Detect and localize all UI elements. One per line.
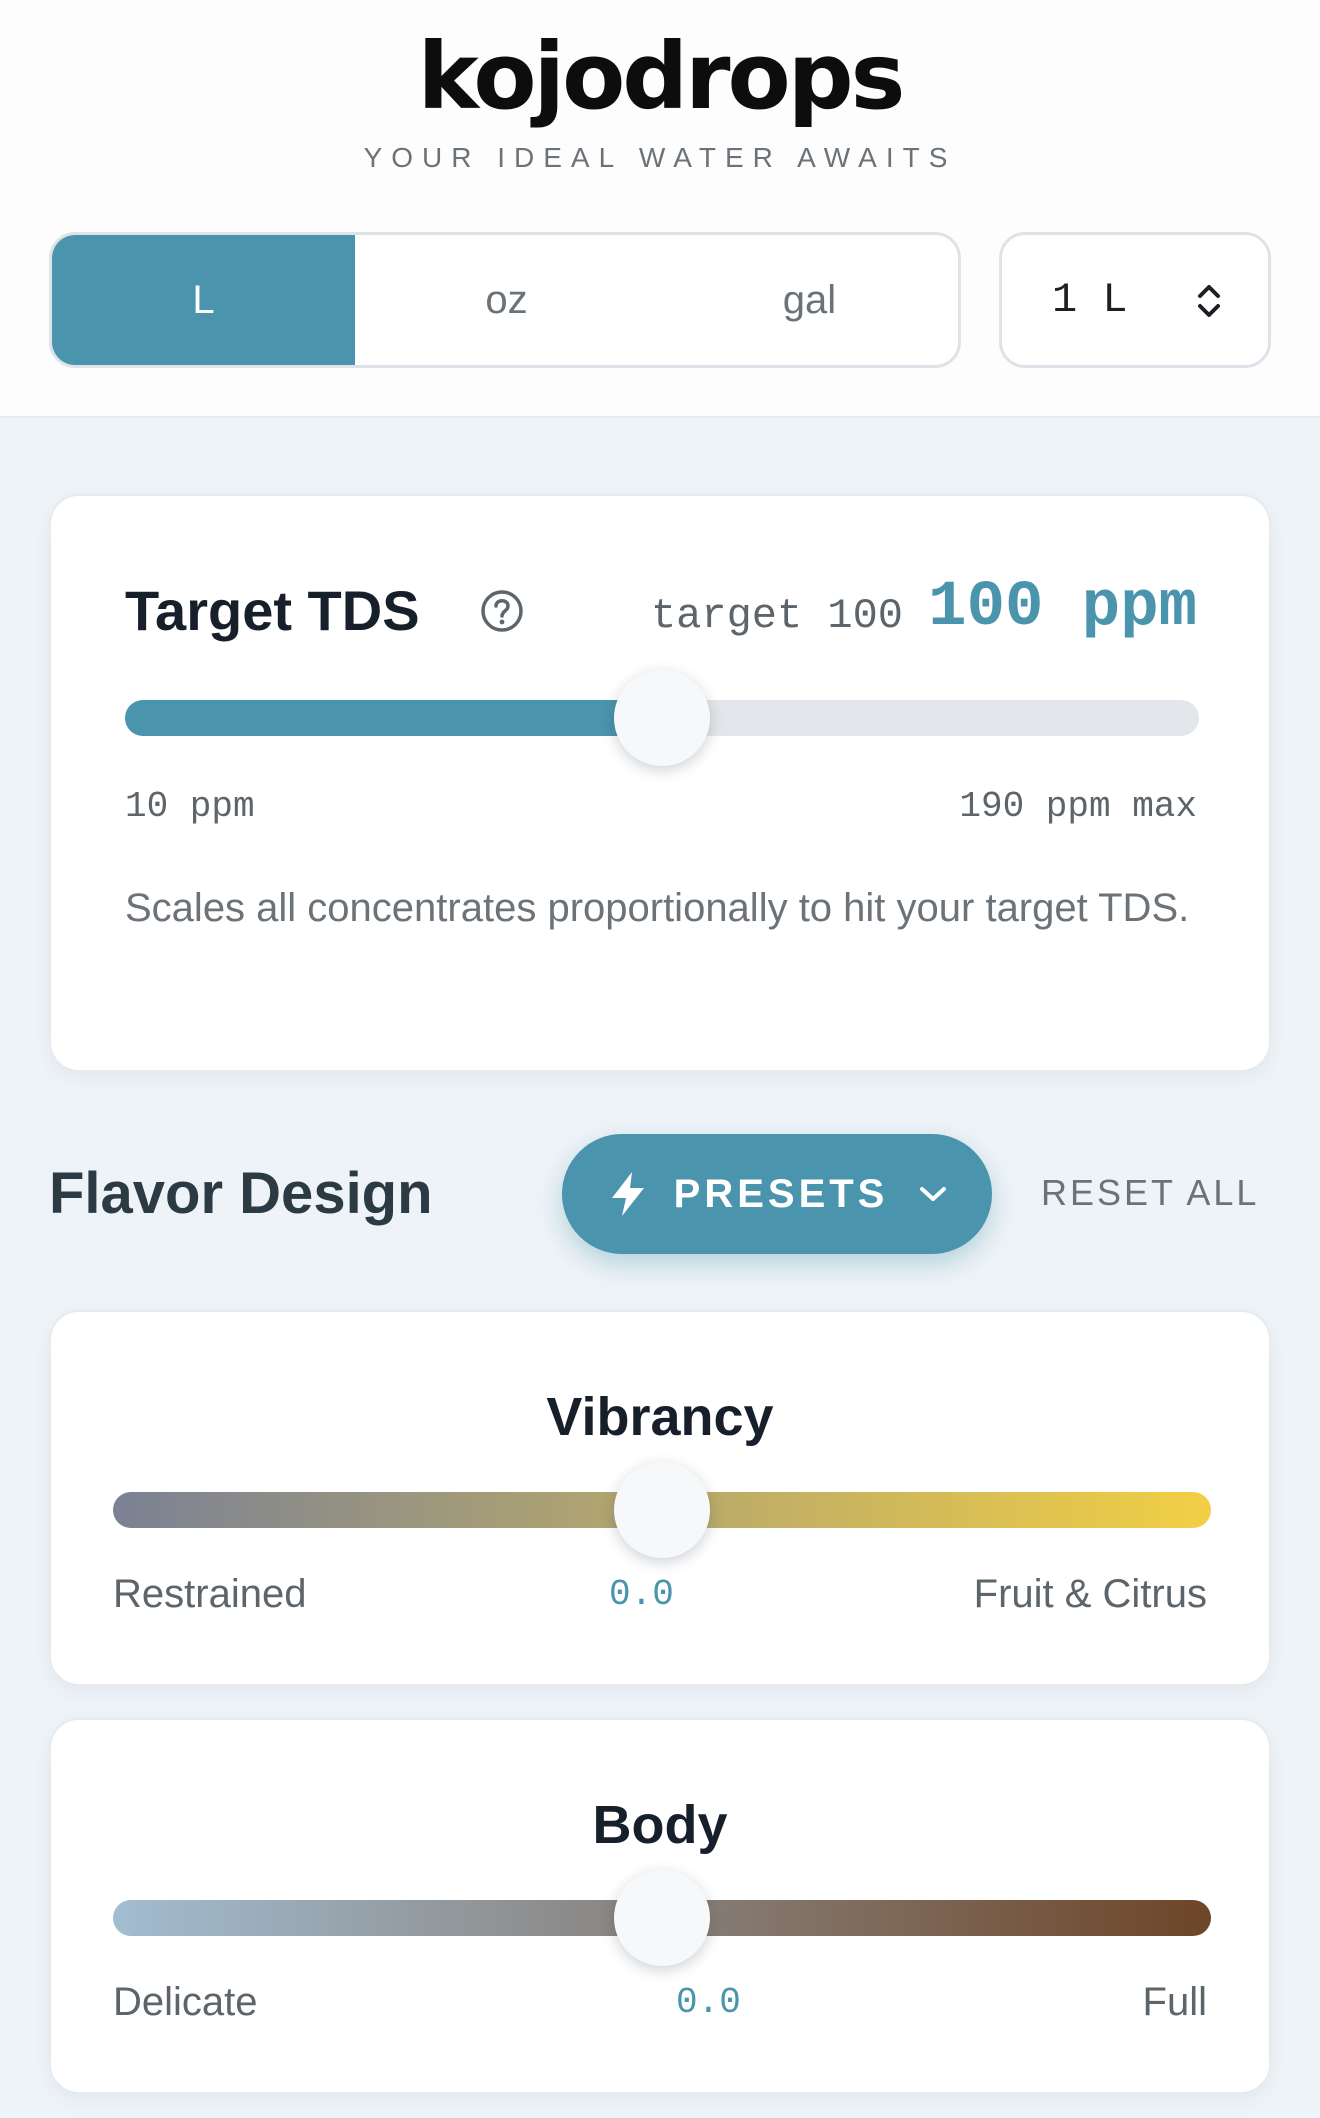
presets-label: PRESETS xyxy=(673,1171,889,1216)
body-title: Body xyxy=(592,1795,728,1855)
reset-all-button[interactable]: RESET ALL xyxy=(1041,1172,1259,1214)
logo-text: kojodrops xyxy=(417,23,906,130)
chevron-updown-icon xyxy=(1198,285,1220,317)
body-value: 0.0 xyxy=(676,1982,741,2023)
chevron-down-icon xyxy=(920,1187,947,1201)
unit-option-l[interactable]: L xyxy=(52,235,355,365)
flavor-design-title: Flavor Design xyxy=(49,1161,433,1226)
help-icon[interactable] xyxy=(479,588,525,634)
vibrancy-left-label: Restrained xyxy=(113,1572,307,1616)
vibrancy-slider[interactable] xyxy=(113,1462,1211,1558)
unit-toggle: L oz gal xyxy=(49,232,961,368)
volume-select[interactable]: 1 L xyxy=(999,232,1271,368)
tds-description: Scales all concentrates proportionally t… xyxy=(125,886,1190,930)
tds-target-label: target 100 xyxy=(650,592,903,640)
tds-value: 100 ppm xyxy=(928,572,1197,644)
app-header: kojodrops YOUR IDEAL WATER AWAITS L oz g… xyxy=(0,0,1320,418)
unit-option-gal[interactable]: gal xyxy=(658,235,958,365)
body-slider[interactable] xyxy=(113,1870,1211,1966)
body-slider-thumb[interactable] xyxy=(614,1870,710,1966)
body-right-label: Full xyxy=(1142,1980,1207,2024)
vibrancy-card: Vibrancy Restrained 0.0 Fruit & Citrus xyxy=(49,1310,1271,1686)
lightning-icon xyxy=(611,1172,644,1216)
vibrancy-title: Vibrancy xyxy=(546,1387,774,1447)
vibrancy-right-label: Fruit & Citrus xyxy=(973,1572,1207,1616)
body-left-label: Delicate xyxy=(113,1980,258,2024)
volume-value: 1 L xyxy=(1052,276,1128,324)
unit-option-oz[interactable]: oz xyxy=(355,235,658,365)
target-tds-card: Target TDS target 100 100 ppm 10 ppm 190… xyxy=(49,494,1271,1072)
presets-button[interactable]: PRESETS xyxy=(562,1134,992,1254)
tds-title: Target TDS xyxy=(125,579,420,642)
tds-slider-thumb[interactable] xyxy=(614,670,710,766)
logo: kojodrops xyxy=(0,22,1320,132)
tds-max-label: 190 ppm max xyxy=(959,786,1197,827)
tds-slider-fill xyxy=(125,700,662,736)
tagline: YOUR IDEAL WATER AWAITS xyxy=(363,142,957,173)
vibrancy-slider-thumb[interactable] xyxy=(614,1462,710,1558)
vibrancy-value: 0.0 xyxy=(609,1574,674,1615)
tds-slider[interactable] xyxy=(125,670,1199,766)
tds-min-label: 10 ppm xyxy=(125,786,255,827)
body-card: Body Delicate 0.0 Full xyxy=(49,1718,1271,2094)
